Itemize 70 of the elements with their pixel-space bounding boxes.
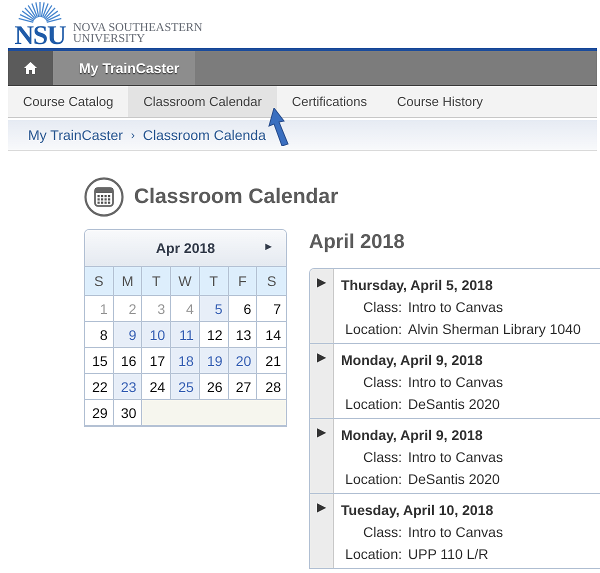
location-name: DeSantis 2020 — [408, 395, 500, 414]
calendar-day[interactable]: 23 — [114, 374, 142, 400]
home-icon — [24, 62, 37, 74]
calendar-day[interactable]: 27 — [228, 374, 258, 400]
calendar-day[interactable]: 12 — [200, 322, 229, 348]
calendar-day[interactable]: 16 — [114, 348, 142, 374]
calendar-icon — [84, 177, 124, 217]
weekday-header: S — [257, 267, 286, 296]
calendar-day[interactable]: 15 — [85, 348, 114, 374]
expand-button[interactable]: ▶ — [310, 344, 334, 418]
expand-button[interactable]: ▶ — [310, 419, 334, 493]
calendar-day[interactable]: 29 — [85, 400, 114, 426]
location-name: UPP 110 L/R — [408, 545, 488, 564]
calendar-day[interactable]: 19 — [200, 348, 229, 374]
breadcrumb-link[interactable]: My TrainCaster — [28, 127, 123, 143]
nav-tab[interactable]: Course History — [382, 86, 498, 117]
next-month-button[interactable]: ► — [261, 239, 276, 255]
field-label: Location: — [344, 320, 402, 339]
calendar-day[interactable]: 17 — [142, 348, 172, 374]
field-label: Class: — [362, 373, 402, 392]
calendar-day[interactable]: 13 — [228, 322, 258, 348]
home-button[interactable] — [8, 51, 53, 85]
calendar-day[interactable]: 8 — [85, 322, 114, 348]
location-name: Alvin Sherman Library 1040 — [408, 320, 581, 339]
calendar-day[interactable]: 9 — [114, 322, 142, 348]
page-title: Classroom Calendar — [134, 185, 338, 209]
weekday-header: W — [171, 267, 200, 296]
weekday-header: M — [114, 267, 142, 296]
field-label: Class: — [362, 448, 402, 467]
weekday-header: F — [228, 267, 258, 296]
nav-tab[interactable]: Certifications — [276, 86, 382, 117]
calendar-day[interactable]: 22 — [85, 374, 114, 400]
calendar-day[interactable]: 10 — [142, 322, 172, 348]
logo-mark: NSU — [14, 24, 66, 46]
calendar-day[interactable]: 20 — [228, 348, 258, 374]
field-label: Location: — [344, 395, 402, 414]
calendar-day[interactable]: 26 — [200, 374, 229, 400]
weekday-header: S — [85, 267, 114, 296]
field-label: Location: — [344, 470, 402, 489]
university-name: NOVA SOUTHEASTERN — [73, 22, 202, 33]
calendar-day[interactable]: 25 — [171, 374, 200, 400]
university-name: UNIVERSITY — [73, 33, 145, 44]
expand-button[interactable]: ▶ — [310, 494, 334, 568]
event-date: Tuesday, April 10, 2018 — [341, 501, 494, 520]
month-heading: April 2018 — [309, 231, 406, 254]
breadcrumb-link[interactable]: Classroom Calenda — [142, 127, 266, 143]
nav-tab[interactable]: Course Catalog — [8, 86, 128, 117]
calendar-day[interactable]: 11 — [171, 322, 200, 348]
calendar-day[interactable]: 6 — [228, 296, 258, 322]
event-date: Thursday, April 5, 2018 — [341, 276, 494, 295]
field-label: Class: — [362, 298, 402, 317]
expand-button[interactable]: ▶ — [310, 269, 334, 343]
field-label: Location: — [344, 545, 402, 564]
calendar-month: Apr 2018 — [156, 240, 216, 256]
event-date: Monday, April 9, 2018 — [341, 351, 484, 370]
calendar-day[interactable]: 5 — [200, 296, 229, 322]
field-label: Class: — [362, 523, 402, 542]
class-name: Intro to Canvas — [408, 373, 503, 392]
class-name: Intro to Canvas — [408, 523, 503, 542]
breadcrumb-separator: › — [130, 128, 135, 142]
calendar-day[interactable]: 24 — [142, 374, 172, 400]
calendar-day[interactable]: 18 — [171, 348, 200, 374]
weekday-header: T — [200, 267, 229, 296]
class-name: Intro to Canvas — [408, 298, 503, 317]
nav-tab[interactable]: Classroom Calendar — [128, 86, 277, 117]
weekday-header: T — [142, 267, 172, 296]
calendar-day[interactable]: 30 — [114, 400, 142, 426]
class-name: Intro to Canvas — [408, 448, 503, 467]
event-date: Monday, April 9, 2018 — [341, 426, 484, 445]
location-name: DeSantis 2020 — [408, 470, 500, 489]
